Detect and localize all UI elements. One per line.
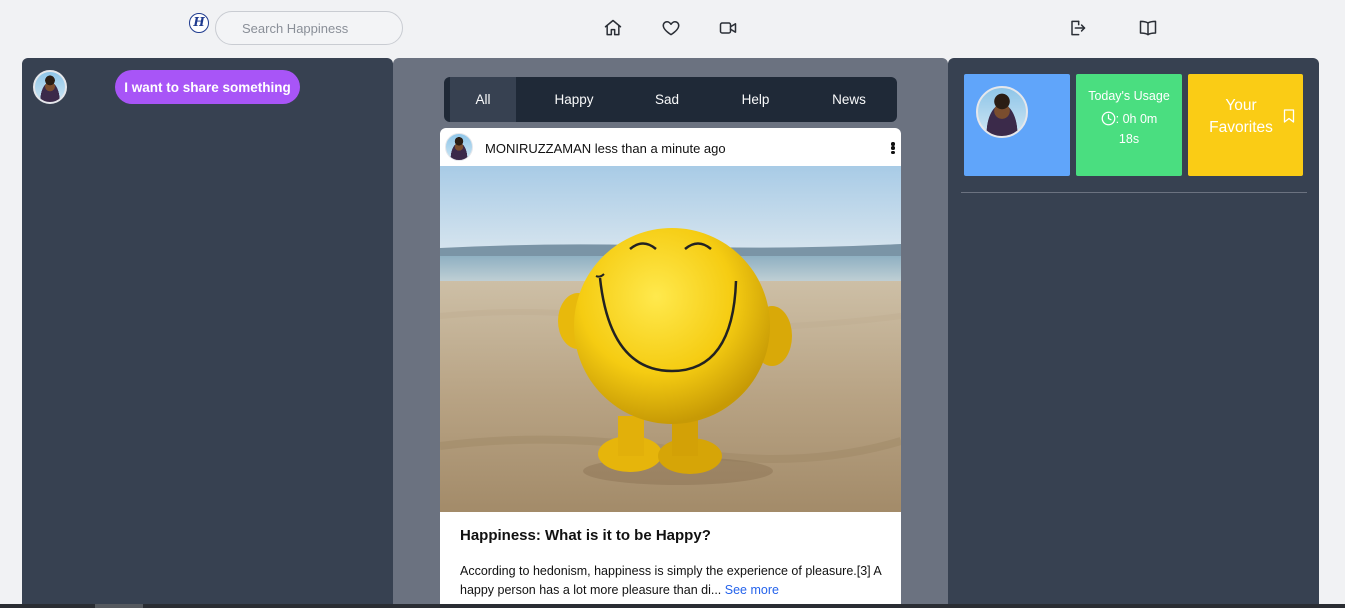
post-image [440, 166, 901, 512]
see-more-link[interactable]: See more [725, 583, 779, 597]
video-icon[interactable] [717, 17, 739, 39]
bookmark-icon [1283, 109, 1295, 123]
post-author-avatar[interactable] [445, 133, 473, 161]
favorites-label: Your Favorites [1209, 97, 1273, 136]
usage-title: Today's Usage [1088, 89, 1170, 103]
post-header: MONIRUZZAMAN less than a minute ago [440, 128, 901, 166]
logout-icon[interactable] [1066, 17, 1088, 39]
post-menu-icon[interactable] [889, 140, 897, 156]
post-timestamp: less than a minute ago [594, 141, 726, 156]
tab-news[interactable]: News [809, 77, 889, 122]
book-icon[interactable] [1137, 17, 1159, 39]
app-logo[interactable]: H [189, 13, 209, 33]
favorites-tile[interactable]: Your Favorites [1188, 74, 1303, 176]
share-something-button[interactable]: I want to share something [115, 70, 300, 104]
usage-time-seconds: 18s [1118, 132, 1140, 146]
post-author-line: MONIRUZZAMAN less than a minute ago [485, 141, 726, 156]
profile-avatar[interactable] [976, 86, 1028, 138]
user-avatar[interactable] [33, 70, 67, 104]
usage-time: : 0h 0m 18s [1076, 109, 1182, 149]
taskbar-strip [0, 604, 1345, 608]
post-excerpt: According to hedonism, happiness is simp… [460, 562, 885, 600]
tab-all[interactable]: All [450, 77, 516, 122]
left-sidebar [22, 58, 393, 608]
top-navbar: H [0, 0, 1345, 58]
category-tabs: All Happy Sad Help News [444, 77, 897, 122]
post-body-text: According to hedonism, happiness is simp… [460, 564, 882, 597]
post-card: MONIRUZZAMAN less than a minute ago Happ… [440, 128, 901, 608]
usage-tile: Today's Usage : 0h 0m 18s [1076, 74, 1182, 176]
post-author-name[interactable]: MONIRUZZAMAN [485, 141, 591, 156]
tab-help[interactable]: Help [702, 77, 809, 122]
tab-sad[interactable]: Sad [632, 77, 702, 122]
clock-icon [1101, 111, 1116, 126]
heart-icon[interactable] [660, 17, 682, 39]
tab-happy[interactable]: Happy [516, 77, 632, 122]
post-title[interactable]: Happiness: What is it to be Happy? [460, 527, 711, 544]
right-divider [961, 192, 1307, 193]
home-icon[interactable] [602, 17, 624, 39]
search-input[interactable] [215, 11, 403, 45]
profile-tile[interactable] [964, 74, 1070, 176]
usage-time-hours: : 0h 0m [1115, 112, 1158, 126]
